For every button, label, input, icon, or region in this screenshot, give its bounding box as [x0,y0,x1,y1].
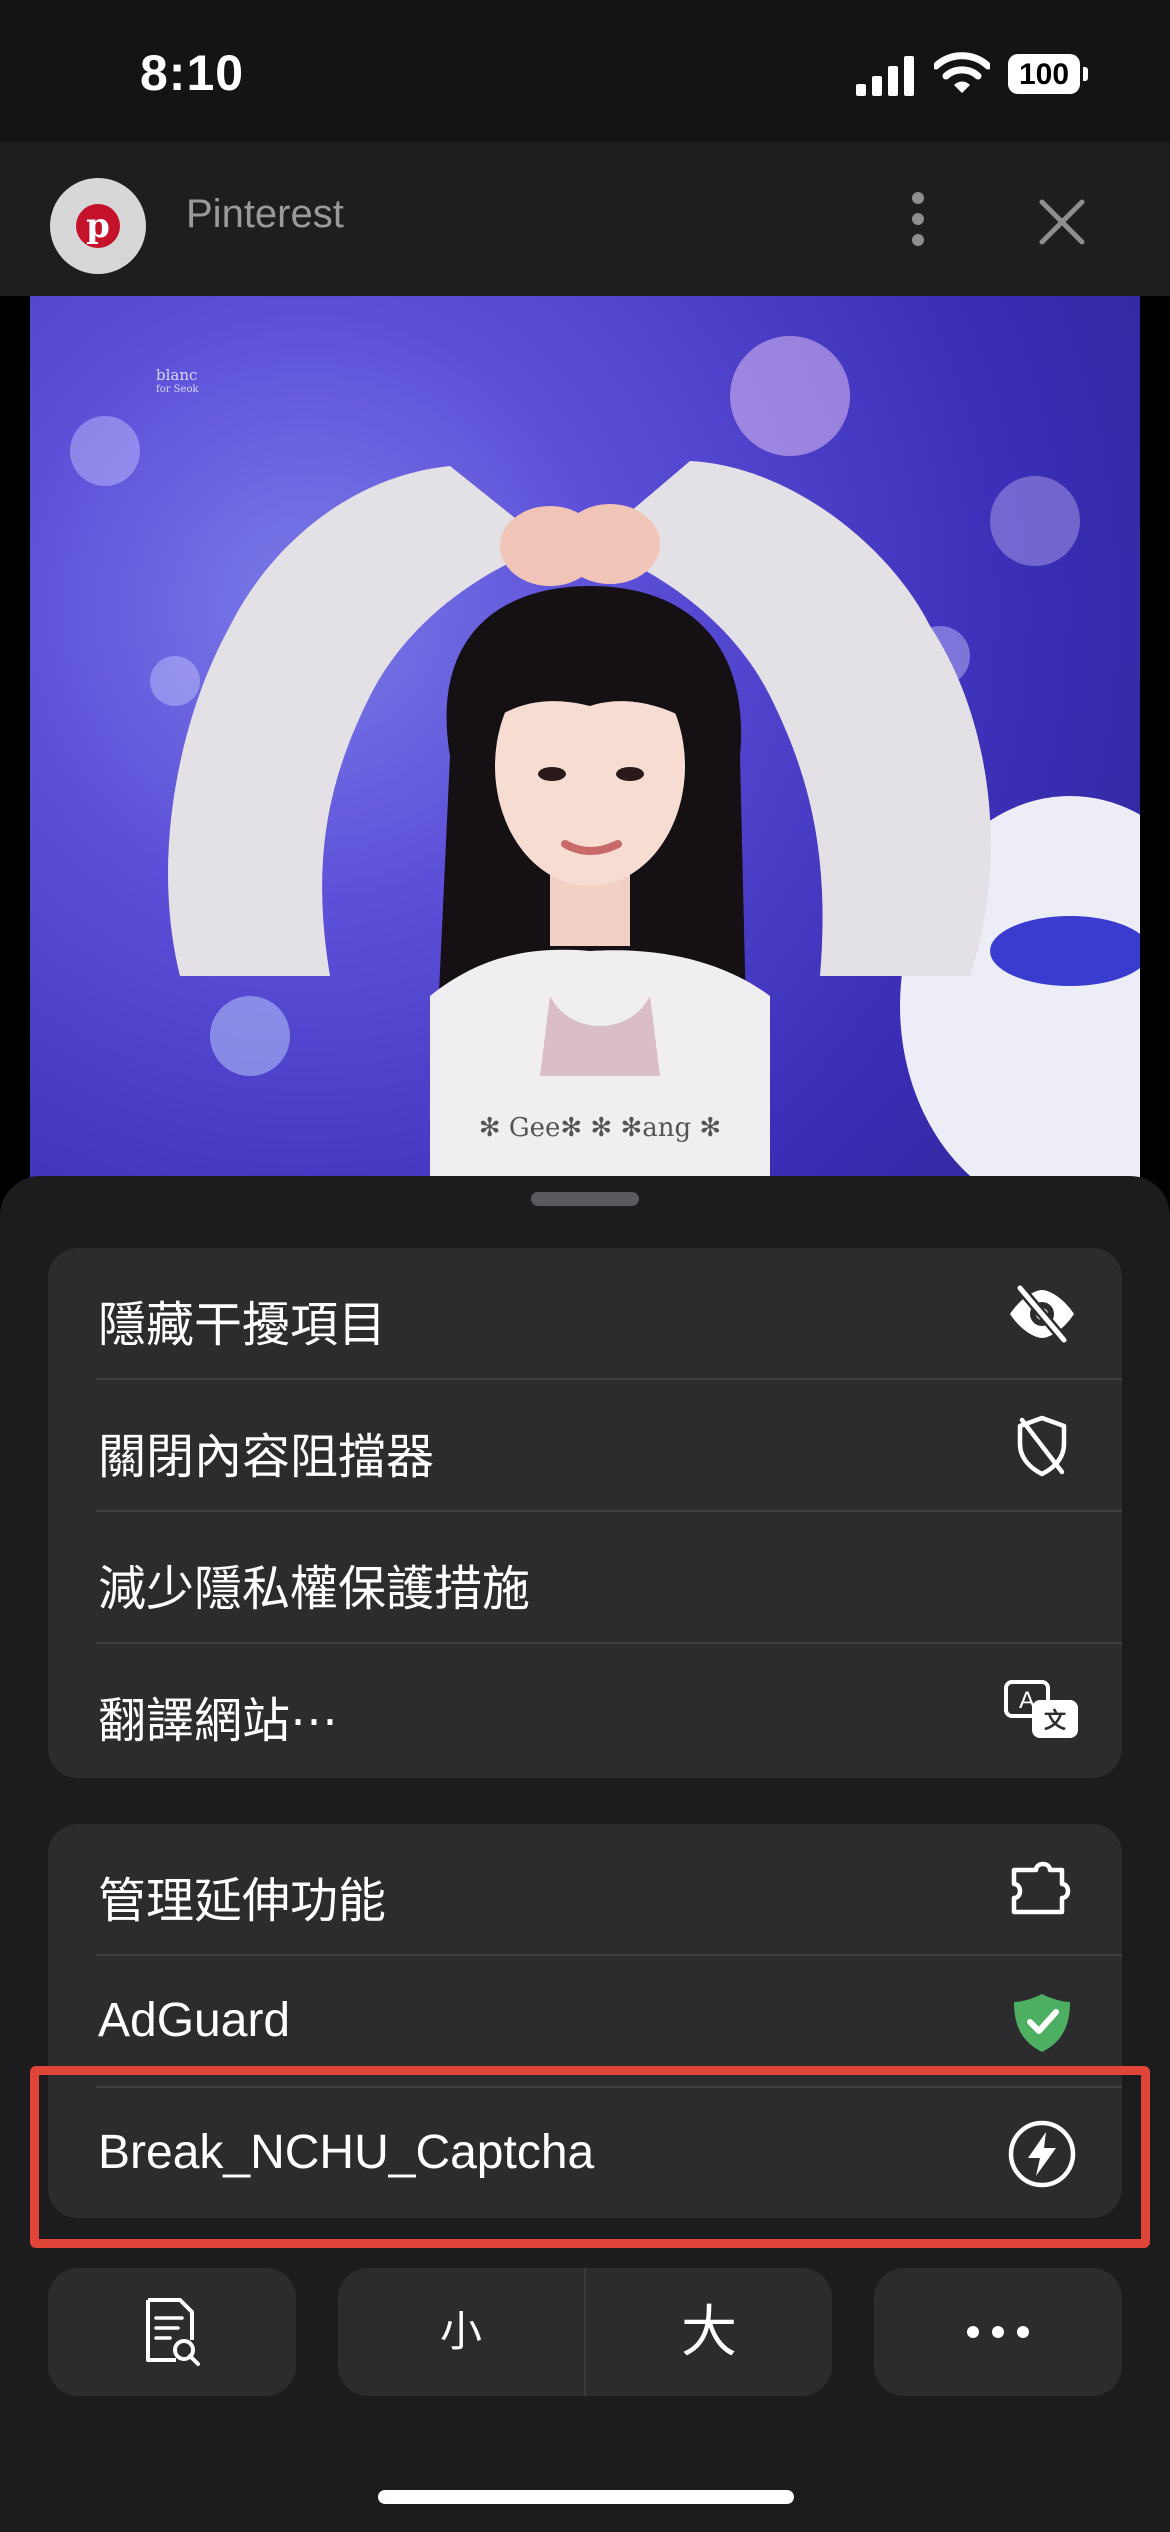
menu-group-page-settings: 隱藏干擾項目 關閉內容阻擋器 減少隱私權保護措施 翻譯網站⋯ A 文 [48,1248,1122,1778]
person-illustration: ✻ Gee✻ ✻ ✻ang ✻ [168,461,991,1186]
reader-search-icon [146,2298,200,2366]
sheet-header: p Pinterest [0,142,1170,296]
wifi-icon [934,52,990,93]
menu-item-label: 翻譯網站⋯ [98,1695,339,1748]
highlight-box [30,2066,1150,2248]
translate-icon: A 文 [1004,1680,1078,1738]
shirt-text: ✻ Gee✻ ✻ ✻ang ✻ [479,1113,721,1143]
shield-slash-icon [1017,1415,1067,1477]
content-photo: blanc for Seok ✻ Gee✻ ✻ ✻ang ✻ [30,296,1140,1186]
home-indicator[interactable] [378,2490,794,2504]
menu-item-hide-distractions[interactable]: 隱藏干擾項目 [48,1248,1122,1380]
more-options-button[interactable] [894,186,942,252]
sheet-grabber[interactable] [531,1192,639,1206]
more-actions-button[interactable] [874,2268,1122,2396]
menu-item-label: 管理延伸功能 [98,1875,387,1928]
increase-text-size-button[interactable]: 大 [586,2268,832,2396]
decrease-text-size-button[interactable]: 小 [338,2268,584,2396]
adguard-shield-icon [1014,1994,1070,2052]
menu-item-manage-extensions[interactable]: 管理延伸功能 [48,1824,1122,1956]
reader-button[interactable] [48,2268,296,2396]
horizontal-ellipsis-icon [967,2326,1029,2338]
menu-item-label: 減少隱私權保護措施 [98,1563,531,1616]
battery-level: 100 [1018,58,1070,91]
text-size-control: 小 大 [338,2268,832,2396]
page-menu-sheet: 隱藏干擾項目 關閉內容阻擋器 減少隱私權保護措施 翻譯網站⋯ A 文 管理延伸功… [0,1176,1170,2532]
cellular-signal-icon [856,56,914,96]
pinterest-logo-icon: p [50,178,146,274]
menu-item-reduce-privacy-protections[interactable]: 減少隱私權保護措施 [48,1512,1122,1644]
menu-item-label: 隱藏干擾項目 [98,1299,387,1352]
site-title: Pinterest [186,192,344,236]
menu-item-label: 關閉內容阻擋器 [98,1431,435,1484]
svg-text:文: 文 [1044,1708,1067,1734]
status-time: 8:10 [140,45,245,101]
status-bar: 8:10 100 [0,0,1170,142]
menu-item-translate-website[interactable]: 翻譯網站⋯ A 文 [48,1644,1122,1776]
menu-item-label: AdGuard [98,1994,291,2047]
photo-area: blanc for Seok ✻ Gee✻ ✻ ✻ang ✻ [0,296,1170,1186]
menu-item-disable-content-blockers[interactable]: 關閉內容阻擋器 [48,1380,1122,1512]
close-icon[interactable] [1034,194,1090,250]
logo-letter: p [76,204,120,248]
battery-icon: 100 [1008,54,1088,94]
puzzle-extension-icon [1011,1861,1071,1915]
eye-slash-icon [1010,1284,1074,1344]
